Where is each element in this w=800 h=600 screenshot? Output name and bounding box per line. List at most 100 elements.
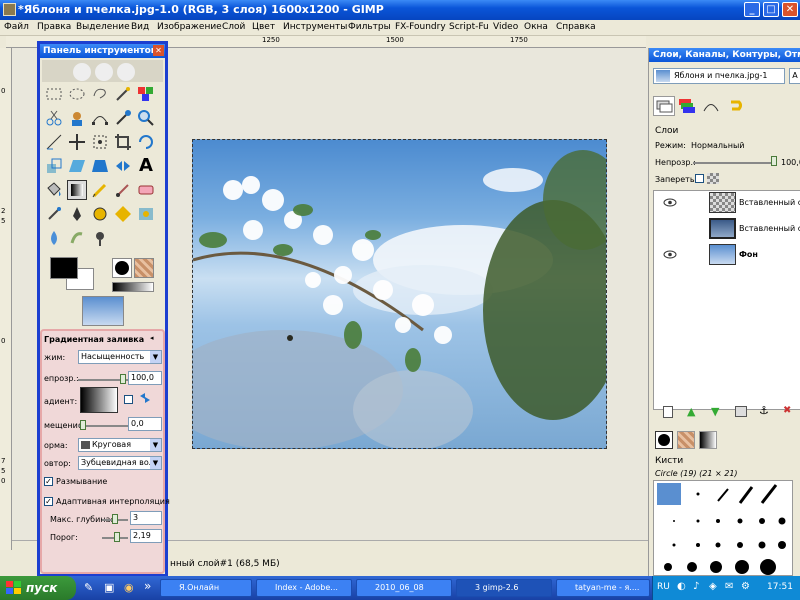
maximize-button[interactable]: □ (763, 2, 779, 17)
language-indicator[interactable]: RU (657, 582, 670, 592)
image-canvas[interactable] (192, 139, 607, 449)
heal-icon[interactable] (113, 204, 133, 224)
color-select-icon[interactable] (136, 84, 156, 104)
tab-paths[interactable] (701, 96, 723, 116)
tray-icon[interactable]: ◐ (677, 581, 686, 592)
menu-help[interactable]: Справка (556, 22, 596, 32)
panel-menu-icon[interactable]: ◂ (150, 334, 154, 342)
brush-preview[interactable] (112, 258, 132, 278)
tab-patterns[interactable] (677, 431, 695, 449)
text-tool-icon[interactable]: A (136, 156, 156, 176)
lock-pixels-checkbox[interactable] (695, 174, 704, 183)
color-picker-icon[interactable] (113, 108, 133, 128)
menu-fx-foundry[interactable]: FX-Foundry (395, 22, 446, 32)
lock-alpha-icon[interactable] (707, 173, 719, 184)
layer-row[interactable]: Вставленный слой (653, 216, 800, 242)
adaptive-checkbox[interactable]: ✓ (44, 497, 53, 506)
threshold-input[interactable]: 2,19 (130, 529, 162, 543)
shear-icon[interactable] (67, 156, 87, 176)
opacity-input[interactable]: 100,0 (128, 371, 162, 385)
flip-icon[interactable] (113, 156, 133, 176)
blend-tool-icon[interactable] (67, 180, 87, 200)
repeat-select[interactable]: Зубцевидная волна ▼ (78, 456, 162, 470)
foreground-color[interactable] (50, 257, 78, 279)
menu-file[interactable]: Файл (4, 22, 29, 32)
dodge-burn-icon[interactable] (90, 228, 110, 248)
raise-layer-icon[interactable]: ▲ (687, 405, 695, 418)
menu-image[interactable]: Изображение (157, 22, 222, 32)
ink-icon[interactable] (67, 204, 87, 224)
toolbox-header[interactable]: Панель инструментов ✕ (40, 44, 165, 58)
lower-layer-icon[interactable]: ▼ (711, 405, 719, 418)
rect-select-icon[interactable] (44, 84, 64, 104)
menu-layer[interactable]: Слой (222, 22, 245, 32)
offset-input[interactable]: 0,0 (128, 417, 162, 431)
menu-tools[interactable]: Инструменты (283, 22, 347, 32)
duplicate-layer-icon[interactable] (735, 406, 747, 417)
depth-input[interactable]: 3 (130, 511, 162, 525)
fuzzy-select-icon[interactable] (113, 84, 133, 104)
zoom-icon[interactable] (136, 108, 156, 128)
eraser-icon[interactable] (136, 180, 156, 200)
layer-row[interactable]: Вставленный слой (653, 190, 800, 216)
layer-opacity-slider[interactable] (693, 162, 773, 164)
tab-undo-history[interactable] (725, 96, 747, 116)
scale-icon[interactable] (44, 156, 64, 176)
layer-mode-select[interactable]: Нормальный (691, 141, 745, 150)
image-selector[interactable]: Яблоня и пчелка.jpg-1 (653, 68, 785, 84)
taskbar-button[interactable]: 2010_06_08 (356, 579, 452, 597)
taskbar-button[interactable]: Я.Онлайн (160, 579, 252, 597)
clone-icon[interactable] (90, 204, 110, 224)
smudge-icon[interactable] (67, 228, 87, 248)
tray-icon[interactable]: ◈ (709, 581, 717, 592)
crop-icon[interactable] (113, 132, 133, 152)
layer-row[interactable]: Фон (653, 242, 800, 268)
tab-layers[interactable] (653, 96, 675, 116)
visibility-eye-icon[interactable] (663, 198, 677, 207)
rotate-icon[interactable] (136, 132, 156, 152)
offset-slider-knob[interactable] (80, 420, 86, 430)
visibility-eye-icon[interactable] (663, 250, 677, 259)
shape-select[interactable]: Круговая ▼ (78, 438, 162, 452)
move-icon[interactable] (67, 132, 87, 152)
align-icon[interactable] (90, 132, 110, 152)
lasso-icon[interactable] (90, 84, 110, 104)
quicklaunch-icon[interactable]: ✎ (84, 581, 93, 594)
layer-opacity-knob[interactable] (771, 156, 777, 166)
reverse-gradient-checkbox[interactable] (124, 395, 133, 404)
layer-opacity-value[interactable]: 100,0 (781, 158, 800, 167)
tab-brushes[interactable] (655, 431, 673, 449)
mode-select[interactable]: Насыщенность ▼ (78, 350, 162, 364)
clock[interactable]: 17:51 (767, 582, 793, 592)
measure-icon[interactable] (44, 132, 64, 152)
taskbar-button-active[interactable]: 3 gimp-2.6 (456, 579, 552, 597)
pattern-preview[interactable] (134, 258, 154, 278)
menu-select[interactable]: Выделение (76, 22, 130, 32)
scissors-icon[interactable] (44, 108, 64, 128)
menu-color[interactable]: Цвет (252, 22, 275, 32)
close-button[interactable]: ✕ (782, 2, 798, 17)
taskbar-button[interactable]: tatyan-me - я.... (556, 579, 650, 597)
tray-icon[interactable]: ♪ (693, 581, 699, 592)
delete-layer-icon[interactable]: ✖ (783, 405, 791, 416)
opacity-slider-knob[interactable] (120, 374, 126, 384)
toolbox-close-icon[interactable]: ✕ (153, 45, 164, 56)
pencil-icon[interactable] (90, 180, 110, 200)
brushes-grid[interactable] (653, 480, 793, 576)
perspective-icon[interactable] (90, 156, 110, 176)
quicklaunch-icon[interactable]: ◉ (124, 581, 134, 594)
tab-channels[interactable] (677, 96, 699, 116)
quicklaunch-icon[interactable]: ▣ (104, 581, 114, 594)
taskbar-button[interactable]: Index - Adobe... (256, 579, 352, 597)
menu-filters[interactable]: Фильтры (348, 22, 391, 32)
anchor-layer-icon[interactable]: ⚓ (759, 404, 769, 417)
active-image-thumbnail[interactable] (82, 296, 124, 326)
paintbrush-icon[interactable] (113, 180, 133, 200)
threshold-slider-knob[interactable] (114, 532, 120, 542)
start-button[interactable]: пуск (0, 576, 76, 600)
dither-checkbox[interactable]: ✓ (44, 477, 53, 486)
menu-windows[interactable]: Окна (524, 22, 548, 32)
quicklaunch-expand-icon[interactable]: » (144, 579, 151, 593)
minimize-button[interactable]: _ (744, 2, 760, 17)
auto-button[interactable]: А (789, 68, 800, 84)
